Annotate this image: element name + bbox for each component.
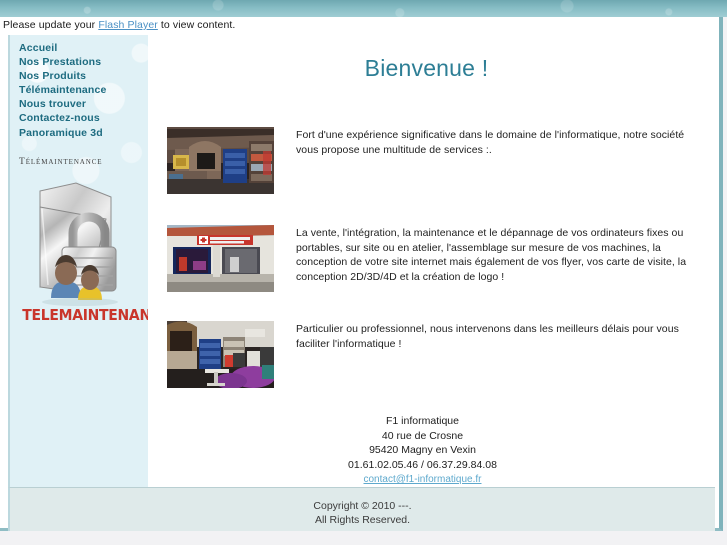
main-content: Bienvenue ! <box>148 35 719 487</box>
sidebar: Accueil Nos Prestations Nos Produits Tél… <box>8 35 148 487</box>
shop-interior-photo-2[interactable] <box>166 320 275 389</box>
sidebar-item-accueil[interactable]: Accueil <box>19 42 148 56</box>
flash-player-notice: Please update your Flash Player to view … <box>3 19 721 31</box>
sidebar-item-panoramique-3d[interactable]: Panoramique 3d <box>19 127 148 141</box>
banner-bubble-pattern <box>0 0 727 17</box>
content-text-2: La vente, l'intégration, la maintenance … <box>296 226 706 284</box>
photo-shop-lounge <box>167 321 274 388</box>
shop-interior-photo-1[interactable] <box>166 126 275 195</box>
contact-details: F1 informatique 40 rue de Crosne 95420 M… <box>148 414 719 488</box>
contact-email-link[interactable]: contact@f1-informatique.fr <box>364 474 482 485</box>
contact-street: 40 rue de Crosne <box>148 429 697 444</box>
contact-phones: 01.61.02.05.46 / 06.37.29.84.08 <box>148 458 697 473</box>
content-block-1: Fort d'une expérience significative dans… <box>148 126 719 195</box>
flash-player-link[interactable]: Flash Player <box>98 19 158 31</box>
page-root: Please update your Flash Player to view … <box>0 0 727 545</box>
telemaintenance-heading: Télémaintenance <box>19 157 148 167</box>
content-text-3: Particulier ou professionnel, nous inter… <box>296 322 706 351</box>
page-title: Bienvenue ! <box>148 55 719 82</box>
contact-company: F1 informatique <box>148 414 697 429</box>
main-navigation: Accueil Nos Prestations Nos Produits Tél… <box>10 35 148 140</box>
content-block-2: La vente, l'intégration, la maintenance … <box>148 224 719 293</box>
content-text-1: Fort d'une expérience significative dans… <box>296 128 706 157</box>
photo-shop-interior-counter <box>167 127 274 194</box>
telemaintenance-logo[interactable]: TELEMAINTENANCE <box>18 175 140 325</box>
footer-copyright: Copyright © 2010 ---. <box>10 499 715 513</box>
top-banner <box>0 0 727 17</box>
folder-padlock-people-icon <box>18 175 140 325</box>
telemaintenance-logo-word: TELEMAINTENANCE <box>22 306 135 324</box>
flash-notice-suffix: to view content. <box>158 19 236 31</box>
contact-email-row: contact@f1-informatique.fr <box>148 472 697 488</box>
photo-shop-storefront <box>167 225 274 292</box>
contact-city: 95420 Magny en Vexin <box>148 443 697 458</box>
shop-storefront-photo[interactable] <box>166 224 275 293</box>
sidebar-item-nos-prestations[interactable]: Nos Prestations <box>19 56 148 70</box>
page-shell: Please update your Flash Player to view … <box>0 17 723 531</box>
sidebar-item-telemaintenance[interactable]: Télémaintenance <box>19 84 148 98</box>
content-block-3: Particulier ou professionnel, nous inter… <box>148 320 719 389</box>
sidebar-item-nous-trouver[interactable]: Nous trouver <box>19 98 148 112</box>
sidebar-item-contactez-nous[interactable]: Contactez-nous <box>19 112 148 126</box>
sidebar-item-nos-produits[interactable]: Nos Produits <box>19 70 148 84</box>
flash-notice-prefix: Please update your <box>3 19 98 31</box>
page-footer: Copyright © 2010 ---. All Rights Reserve… <box>8 487 715 531</box>
footer-rights: All Rights Reserved. <box>10 513 715 527</box>
